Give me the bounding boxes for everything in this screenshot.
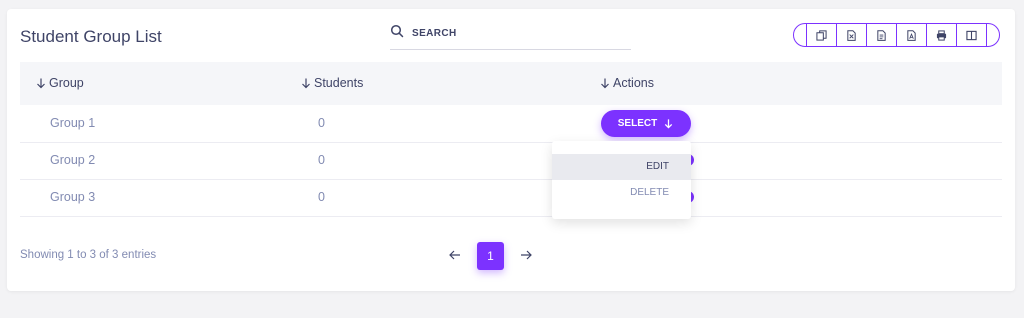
search-box	[390, 21, 631, 50]
group-cell: Group 1	[50, 116, 96, 130]
arrow-down-icon	[37, 78, 45, 89]
column-header-students[interactable]: Students	[300, 76, 363, 90]
copy-button[interactable]	[806, 24, 836, 46]
students-cell: 0	[318, 153, 325, 167]
action-dropdown-menu: EDIT DELETE	[552, 141, 691, 219]
student-group-card: Student Group List SEARCH Group Students…	[7, 9, 1015, 291]
pdf-button[interactable]	[896, 24, 926, 46]
search-icon	[390, 24, 404, 38]
columns-button[interactable]	[956, 24, 987, 46]
arrow-down-icon	[601, 78, 609, 89]
students-cell: 0	[318, 190, 325, 204]
table-row: Group 2 0	[20, 142, 1002, 180]
edit-menu-item[interactable]: EDIT	[552, 154, 691, 180]
csv-button[interactable]	[866, 24, 896, 46]
columns-icon	[966, 30, 977, 40]
csv-icon	[877, 29, 886, 41]
print-button[interactable]	[926, 24, 956, 46]
export-toolbar	[793, 23, 1000, 47]
excel-button[interactable]	[836, 24, 866, 46]
page-title: Student Group List	[20, 27, 162, 46]
arrow-down-icon	[302, 78, 310, 89]
pdf-icon	[907, 29, 916, 41]
print-icon	[936, 29, 947, 41]
page-1-button[interactable]: 1	[477, 242, 504, 270]
column-label: Group	[49, 76, 84, 90]
table-row: Group 3 0	[20, 179, 1002, 217]
excel-icon	[847, 29, 856, 41]
previous-page-icon[interactable]	[448, 248, 462, 262]
column-label: Actions	[613, 76, 654, 90]
group-cell: Group 2	[50, 153, 96, 167]
table-row: Group 1 0	[20, 105, 1002, 143]
delete-menu-item[interactable]: DELETE	[552, 180, 691, 206]
column-header-actions[interactable]: Actions	[599, 76, 654, 90]
search-input[interactable]	[410, 21, 629, 45]
copy-icon	[816, 29, 827, 41]
next-page-icon[interactable]	[519, 248, 533, 262]
arrow-down-icon	[665, 119, 673, 129]
column-header-group[interactable]: Group	[35, 76, 84, 90]
column-label: Students	[314, 76, 364, 90]
table-header: Group Students Actions	[20, 62, 1002, 105]
group-cell: Group 3	[50, 190, 96, 204]
select-button[interactable]: SELECT	[601, 110, 691, 137]
entries-info: Showing 1 to 3 of 3 entries	[20, 249, 157, 261]
students-cell: 0	[318, 116, 325, 130]
select-label: SELECT	[617, 118, 658, 129]
